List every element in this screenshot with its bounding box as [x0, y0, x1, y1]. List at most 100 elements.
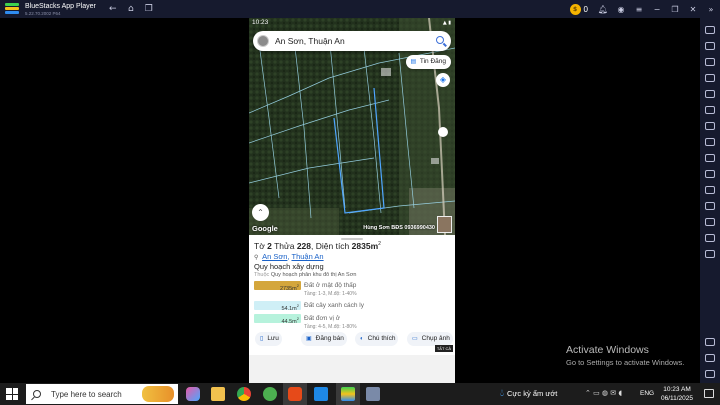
sidebar-sync-icon[interactable]: [705, 170, 715, 178]
location-pin-icon: ⚲: [254, 255, 259, 261]
file-explorer-icon[interactable]: [211, 387, 225, 401]
system-tray-icons[interactable]: ⌃ ▭ ◍ ✉ ◖: [585, 389, 622, 397]
avatar[interactable]: [257, 35, 269, 47]
zone-row-low-density[interactable]: 2735m2 Đất ở mật độ thấp Tầng: 1-3, M.độ…: [254, 281, 450, 301]
satellite-map[interactable]: 10:23 ▲ ▮ An Sơn, Thuận An ▤ Tin Đăng ◈ …: [249, 18, 455, 235]
coin-count: 0: [583, 4, 588, 14]
activate-windows-subtitle: Go to Settings to activate Windows.: [566, 358, 685, 367]
agent-watermark: Hùng Sơn BĐS 0936990430: [363, 225, 435, 231]
agent-photo-thumbnail[interactable]: [437, 216, 452, 233]
sheet-drag-handle[interactable]: [341, 238, 363, 240]
chrome-icon[interactable]: [237, 387, 251, 401]
map-control-dot[interactable]: [438, 127, 448, 137]
listings-button[interactable]: ▤ Tin Đăng: [406, 55, 451, 69]
close-icon[interactable]: ✕: [684, 5, 702, 14]
app-version: 5.22.70.2002 P64: [25, 10, 61, 16]
post-for-sale-button[interactable]: ▣ Đăng bán: [301, 332, 347, 346]
sidebar-eco-icon[interactable]: [705, 186, 715, 194]
taskbar-clock[interactable]: 10:23 AM 06/11/2025: [656, 385, 698, 403]
location-link-city[interactable]: Thuận An: [291, 252, 323, 261]
clock-date: 06/11/2025: [660, 395, 694, 402]
copilot-icon[interactable]: [186, 387, 200, 401]
sidebar-fullscreen-icon[interactable]: [705, 58, 715, 66]
sidebar-apk-icon[interactable]: [705, 90, 715, 98]
sidebar-rotate-icon[interactable]: [705, 202, 715, 210]
sidebar-shake-icon[interactable]: [705, 218, 715, 226]
weather-text: Cực kỳ ẩm ướt: [507, 389, 558, 398]
search-icon[interactable]: [436, 36, 444, 44]
sidebar-home-icon[interactable]: [705, 370, 715, 378]
plot-info-sheet: Tờ 2 Thửa 228, Diện tích 2835m2 ⚲ An Sơn…: [249, 235, 455, 383]
camera-icon: ▭: [412, 336, 418, 342]
see-all-badge[interactable]: TẤT CẢ: [434, 345, 453, 352]
bluestacks-logo-icon: [5, 3, 19, 15]
bluestacks-titlebar: BlueStacks App Player 5.22.70.2002 P64 ←…: [0, 0, 720, 18]
planning-subline: Thuộc Quy hoạch phân khu đô thị An Sơn: [254, 272, 357, 278]
app-title: BlueStacks App Player: [25, 2, 96, 10]
sidebar-macro-icon[interactable]: [705, 154, 715, 162]
location-search-bar[interactable]: An Sơn, Thuận An: [253, 31, 451, 51]
zone-name: Đất đơn vị ở: [304, 315, 340, 322]
desktop-screen: BlueStacks App Player 5.22.70.2002 P64 ←…: [0, 0, 720, 405]
sidebar-folder-icon[interactable]: [705, 122, 715, 130]
minimize-icon[interactable]: −: [648, 5, 666, 14]
notification-center-icon[interactable]: [704, 389, 714, 398]
app-title-block: BlueStacks App Player 5.22.70.2002 P64: [25, 3, 96, 16]
sidebar-back-icon[interactable]: [705, 354, 715, 362]
listings-icon: ▤: [410, 59, 417, 65]
layers-icon[interactable]: ◈: [436, 73, 450, 87]
orange-app-icon[interactable]: [288, 387, 302, 401]
green-app-icon[interactable]: [263, 387, 277, 401]
save-button[interactable]: ▯ Lưu: [255, 332, 282, 346]
sidebar-more-icon[interactable]: [705, 250, 715, 258]
sidebar-record-icon[interactable]: [705, 138, 715, 146]
location-link-ward[interactable]: An Sơn: [262, 252, 287, 261]
titlebar-controls: $ 0 🔔︎ ◉ ≡ − ❐ ✕ »: [569, 0, 720, 18]
back-arrow-icon[interactable]: ←: [106, 4, 120, 14]
search-highlight-icon: [142, 386, 174, 402]
sidebar-volume-icon[interactable]: [705, 26, 715, 34]
android-status-bar: 10:23 ▲ ▮: [249, 18, 455, 28]
notification-bell-icon[interactable]: 🔔︎: [594, 5, 612, 14]
google-logo: Google: [252, 224, 278, 233]
post-icon: ▣: [306, 336, 312, 342]
home-icon[interactable]: ⌂: [124, 4, 138, 14]
zone-detail: Tầng: 4-5, M.độ: 1-80%: [304, 324, 357, 330]
coin-icon[interactable]: $: [569, 3, 581, 15]
windows-start-icon[interactable]: [6, 388, 18, 400]
note-icon: ◐: [360, 336, 364, 342]
calculator-icon[interactable]: [366, 387, 380, 401]
sidebar-location-icon[interactable]: [705, 234, 715, 242]
take-photo-button[interactable]: ▭ Chụp ảnh: [407, 332, 453, 346]
sidebar-settings-icon[interactable]: [705, 338, 715, 346]
sidebar-gamepad-icon[interactable]: [705, 74, 715, 82]
multi-instance-icon[interactable]: ❐: [142, 4, 156, 14]
input-language[interactable]: ENG: [640, 390, 654, 397]
raindrop-icon: 💧︎: [500, 388, 504, 399]
zone-row-residential-unit[interactable]: 44.5m2 Đất đơn vị ở Tầng: 4-5, M.độ: 1-8…: [254, 314, 450, 334]
sidebar-keyboard-icon[interactable]: [705, 42, 715, 50]
taskbar-search-box[interactable]: Type here to search: [26, 384, 178, 404]
account-icon[interactable]: ◉: [612, 5, 630, 14]
sidebar-screenshot-icon[interactable]: [705, 106, 715, 114]
bluestacks-taskbar-icon[interactable]: [341, 387, 355, 401]
activate-windows-notice: Activate Windows Go to Settings to activ…: [566, 344, 684, 368]
clock-time: 10:23 AM: [663, 386, 691, 393]
activate-windows-title: Activate Windows: [566, 344, 649, 356]
collapse-up-icon[interactable]: ⌃: [252, 204, 269, 221]
search-icon: [33, 390, 41, 398]
menu-icon[interactable]: ≡: [630, 5, 648, 14]
bluestacks-sidebar: [700, 18, 720, 383]
zone-name: Đất ở mật độ thấp: [304, 282, 357, 289]
search-location-text[interactable]: An Sơn, Thuận An: [275, 36, 345, 46]
annotation-button[interactable]: ◐ Chú thích: [355, 332, 399, 346]
restore-icon[interactable]: ❐: [666, 5, 684, 14]
windows-taskbar: Type here to search 💧︎ Cực kỳ ẩm ướt ⌃ ▭…: [0, 383, 720, 405]
blue-app-icon[interactable]: [314, 387, 328, 401]
action-bar: ▯ Lưu ▣ Đăng bán ◐ Chú thích ▭ Chụp ảnh: [249, 332, 455, 348]
sidebar-expand-icon[interactable]: »: [702, 5, 720, 14]
listings-button-label: Tin Đăng: [419, 58, 446, 65]
weather-widget[interactable]: 💧︎ Cực kỳ ẩm ướt: [500, 388, 557, 399]
zone-area-badge: 2735m2: [254, 281, 301, 292]
zone-detail: Tầng: 1-3, M.độ: 1-40%: [304, 291, 357, 297]
